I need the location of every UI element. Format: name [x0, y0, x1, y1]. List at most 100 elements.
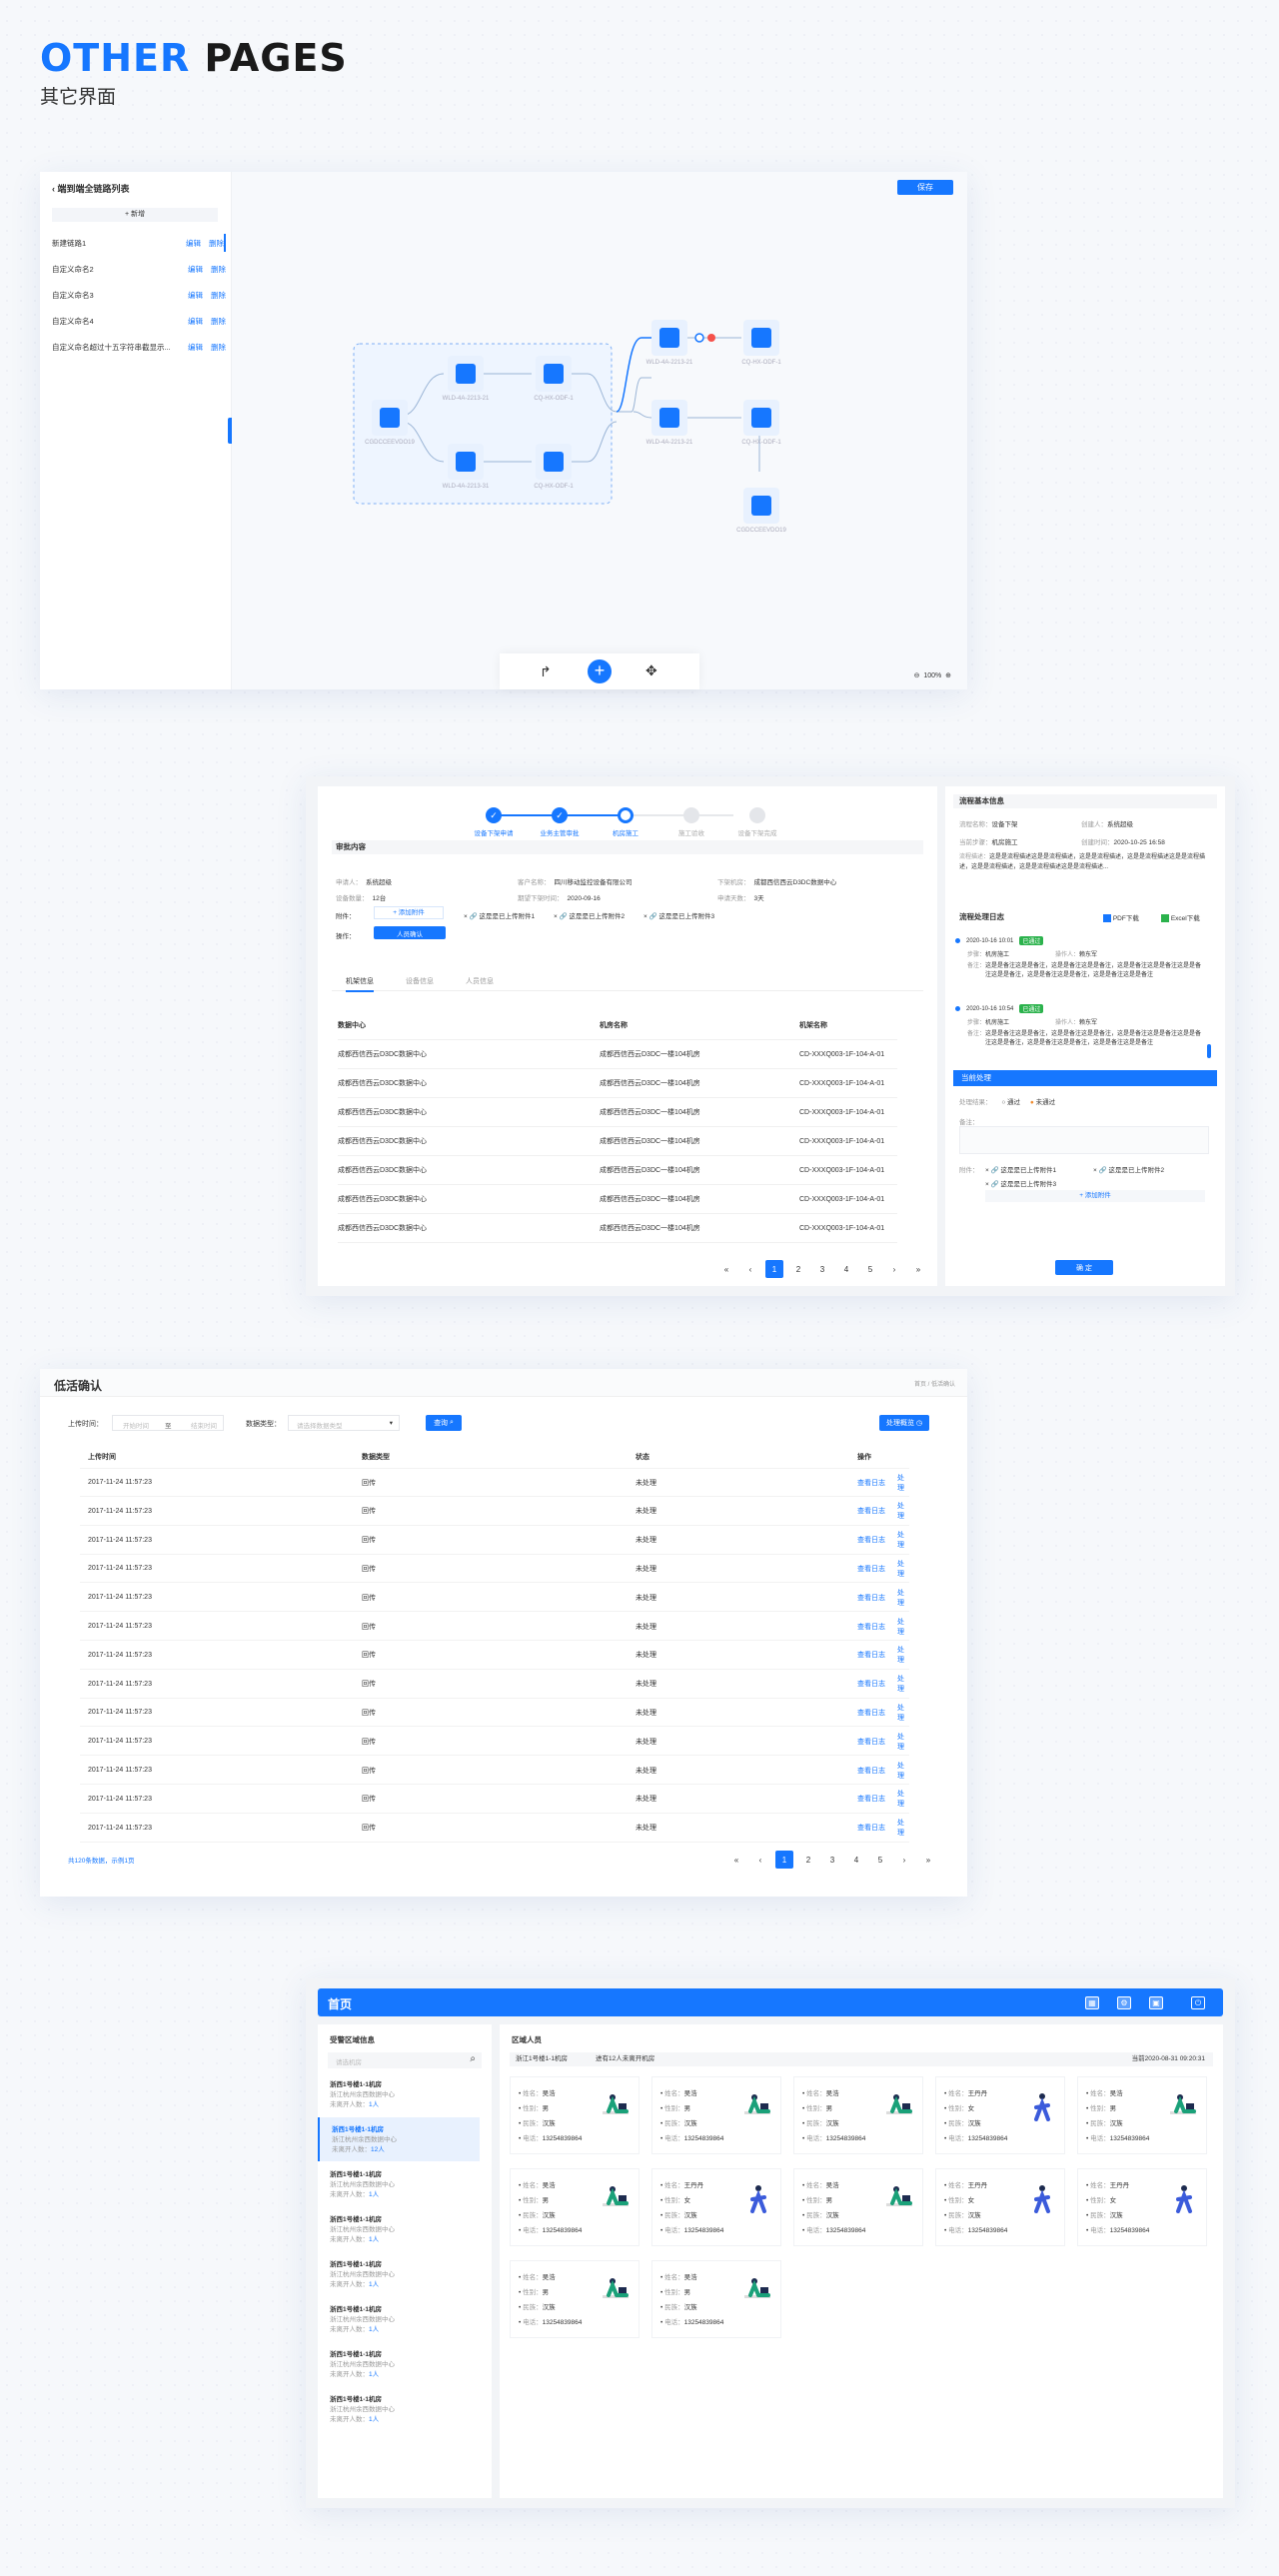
remark-textarea[interactable]	[959, 1126, 1209, 1154]
settings-icon[interactable]: ⚙	[1117, 1996, 1131, 2009]
link-list-item[interactable]: 自定义命名4 编辑 删除	[52, 312, 226, 330]
tab-0[interactable]: 机架信息	[346, 976, 374, 992]
handle-link[interactable]: 处理	[897, 1617, 909, 1637]
odf-node[interactable]	[743, 400, 779, 436]
connect-icon[interactable]: ↱	[540, 663, 552, 680]
view-log-link[interactable]: 查看日志	[857, 1823, 885, 1833]
power-icon[interactable]: ⏻	[1191, 1996, 1205, 2009]
scrollbar[interactable]	[1207, 1044, 1211, 1058]
link-list-item[interactable]: 自定义命名2 编辑 删除	[52, 260, 226, 278]
add-attachment-button[interactable]: + 添加附件	[985, 1190, 1205, 1202]
pass-radio[interactable]: ○ 通过	[1001, 1099, 1020, 1106]
page-button[interactable]: 3	[813, 1260, 831, 1278]
view-log-link[interactable]: 查看日志	[857, 1650, 885, 1660]
pdf-download[interactable]: PDF下载	[1103, 912, 1139, 923]
odf-node[interactable]	[536, 444, 572, 480]
view-log-link[interactable]: 查看日志	[857, 1737, 885, 1747]
page-button[interactable]: «	[717, 1260, 735, 1278]
add-node-icon[interactable]: +	[588, 659, 612, 683]
delete-link[interactable]: 删除	[211, 342, 226, 353]
handle-link[interactable]: 处理	[897, 1703, 909, 1723]
person-card[interactable]: • 姓名：吴浩 • 性别：男 • 民族：汉族 • 电话：13254839864	[510, 2076, 640, 2154]
move-icon[interactable]: ✥	[645, 662, 657, 679]
area-list-item[interactable]: 浙西1号楼1-1机房 浙江杭州余西数据中心 未离开人数：12人	[318, 2117, 480, 2161]
attachment-file[interactable]: × 🔗 这是是已上传附件2	[554, 910, 625, 920]
handle-link[interactable]: 处理	[897, 1761, 909, 1781]
page-button[interactable]: ‹	[741, 1260, 759, 1278]
handle-link[interactable]: 处理	[897, 1530, 909, 1550]
view-log-link[interactable]: 查看日志	[857, 1679, 885, 1689]
page-button[interactable]: 2	[789, 1260, 807, 1278]
attachment-file[interactable]: × 🔗 这是是已上传附件1	[985, 1164, 1056, 1174]
view-log-link[interactable]: 查看日志	[857, 1478, 885, 1488]
handle-link[interactable]: 处理	[897, 1501, 909, 1521]
view-log-link[interactable]: 查看日志	[857, 1506, 885, 1516]
edit-link[interactable]: 编辑	[188, 264, 203, 275]
odf-node[interactable]	[536, 356, 572, 392]
attachment-file[interactable]: × 🔗 这是是已上传附件3	[985, 1178, 1056, 1188]
person-card[interactable]: • 姓名：吴浩 • 性别：男 • 民族：汉族 • 电话：13254839864	[793, 2076, 923, 2154]
confirm-button[interactable]: 确 定	[1055, 1260, 1113, 1275]
page-button[interactable]: 1	[765, 1260, 783, 1278]
page-button[interactable]: 5	[871, 1851, 889, 1869]
add-link-button[interactable]: + 新增	[52, 208, 218, 222]
handle-link[interactable]: 处理	[897, 1645, 909, 1665]
view-log-link[interactable]: 查看日志	[857, 1535, 885, 1545]
page-button[interactable]: »	[919, 1851, 937, 1869]
image-icon[interactable]: ▣	[1149, 1996, 1163, 2009]
page-button[interactable]: 3	[823, 1851, 841, 1869]
view-log-link[interactable]: 查看日志	[857, 1708, 885, 1718]
area-list-item[interactable]: 浙西1号楼1-1机房 浙江杭州余西数据中心 未离开人数：1人	[318, 2207, 480, 2251]
page-button[interactable]: ›	[895, 1851, 913, 1869]
area-list-item[interactable]: 浙西1号楼1-1机房 浙江杭州余西数据中心 未离开人数：1人	[318, 2252, 480, 2296]
area-search-input[interactable]: 请选机房 ⌕	[328, 2052, 482, 2068]
view-log-link[interactable]: 查看日志	[857, 1593, 885, 1603]
area-list-item[interactable]: 浙西1号楼1-1机房 浙江杭州余西数据中心 未离开人数：1人	[318, 2297, 480, 2341]
view-log-link[interactable]: 查看日志	[857, 1766, 885, 1776]
delete-link[interactable]: 删除	[211, 264, 226, 275]
switch-node[interactable]	[651, 400, 687, 436]
link-list-item[interactable]: 自定义命名3 编辑 删除	[52, 286, 226, 304]
tab-2[interactable]: 人员信息	[466, 976, 494, 990]
handle-link[interactable]: 处理	[897, 1789, 909, 1809]
link-list-item[interactable]: 自定义命名超过十五字符串截显示... 编辑 删除	[52, 338, 226, 356]
area-list-item[interactable]: 浙西1号楼1-1机房 浙江杭州余西数据中心 未离开人数：1人	[318, 2072, 480, 2116]
area-list-item[interactable]: 浙西1号楼1-1机房 浙江杭州余西数据中心 未离开人数：1人	[318, 2387, 480, 2431]
data-type-select[interactable]: 请选择数据类型 ▾	[288, 1415, 400, 1431]
page-button[interactable]: 4	[847, 1851, 865, 1869]
delete-link[interactable]: 删除	[211, 316, 226, 327]
reject-radio[interactable]: ● 未通过	[1030, 1099, 1055, 1106]
page-button[interactable]: »	[909, 1260, 927, 1278]
summary-button[interactable]: 处理概览 ◷	[879, 1415, 929, 1431]
date-range-input[interactable]: 开始时间 至 结束时间	[112, 1415, 224, 1431]
page-button[interactable]: 1	[775, 1851, 793, 1869]
person-card[interactable]: • 姓名：吴浩 • 性别：男 • 民族：汉族 • 电话：13254839864	[651, 2260, 781, 2338]
person-card[interactable]: • 姓名：王丹丹 • 性别：女 • 民族：汉族 • 电话：13254839864	[1077, 2168, 1207, 2246]
area-list-item[interactable]: 浙西1号楼1-1机房 浙江杭州余西数据中心 未离开人数：1人	[318, 2342, 480, 2386]
person-card[interactable]: • 姓名：吴浩 • 性别：男 • 民族：汉族 • 电话：13254839864	[510, 2168, 640, 2246]
query-button[interactable]: 查询 ⌕	[426, 1415, 462, 1431]
add-attachment-button[interactable]: + 添加附件	[374, 906, 444, 919]
person-card[interactable]: • 姓名：王丹丹 • 性别：女 • 民族：汉族 • 电话：13254839864	[935, 2168, 1065, 2246]
page-button[interactable]: ‹	[751, 1851, 769, 1869]
edit-link[interactable]: 编辑	[188, 316, 203, 327]
handle-link[interactable]: 处理	[897, 1674, 909, 1694]
odf-node[interactable]	[743, 320, 779, 356]
confirm-personnel-button[interactable]: 人员确认	[374, 926, 446, 939]
attachment-file[interactable]: × 🔗 这是是已上传附件3	[643, 910, 714, 920]
view-log-link[interactable]: 查看日志	[857, 1564, 885, 1574]
person-card[interactable]: • 姓名：王丹丹 • 性别：女 • 民族：汉族 • 电话：13254839864	[651, 2168, 781, 2246]
handle-link[interactable]: 处理	[897, 1588, 909, 1608]
switch-node[interactable]	[651, 320, 687, 356]
switch-node[interactable]	[448, 356, 484, 392]
person-card[interactable]: • 姓名：吴浩 • 性别：男 • 民族：汉族 • 电话：13254839864	[510, 2260, 640, 2338]
delete-link[interactable]: 删除	[209, 238, 224, 249]
person-card[interactable]: • 姓名：王丹丹 • 性别：女 • 民族：汉族 • 电话：13254839864	[935, 2076, 1065, 2154]
handle-link[interactable]: 处理	[897, 1473, 909, 1493]
page-button[interactable]: 2	[799, 1851, 817, 1869]
excel-download[interactable]: Excel下载	[1161, 912, 1200, 923]
handle-link[interactable]: 处理	[897, 1559, 909, 1579]
server-node[interactable]	[372, 400, 408, 436]
person-card[interactable]: • 姓名：吴浩 • 性别：男 • 民族：汉族 • 电话：13254839864	[793, 2168, 923, 2246]
page-button[interactable]: ›	[885, 1260, 903, 1278]
